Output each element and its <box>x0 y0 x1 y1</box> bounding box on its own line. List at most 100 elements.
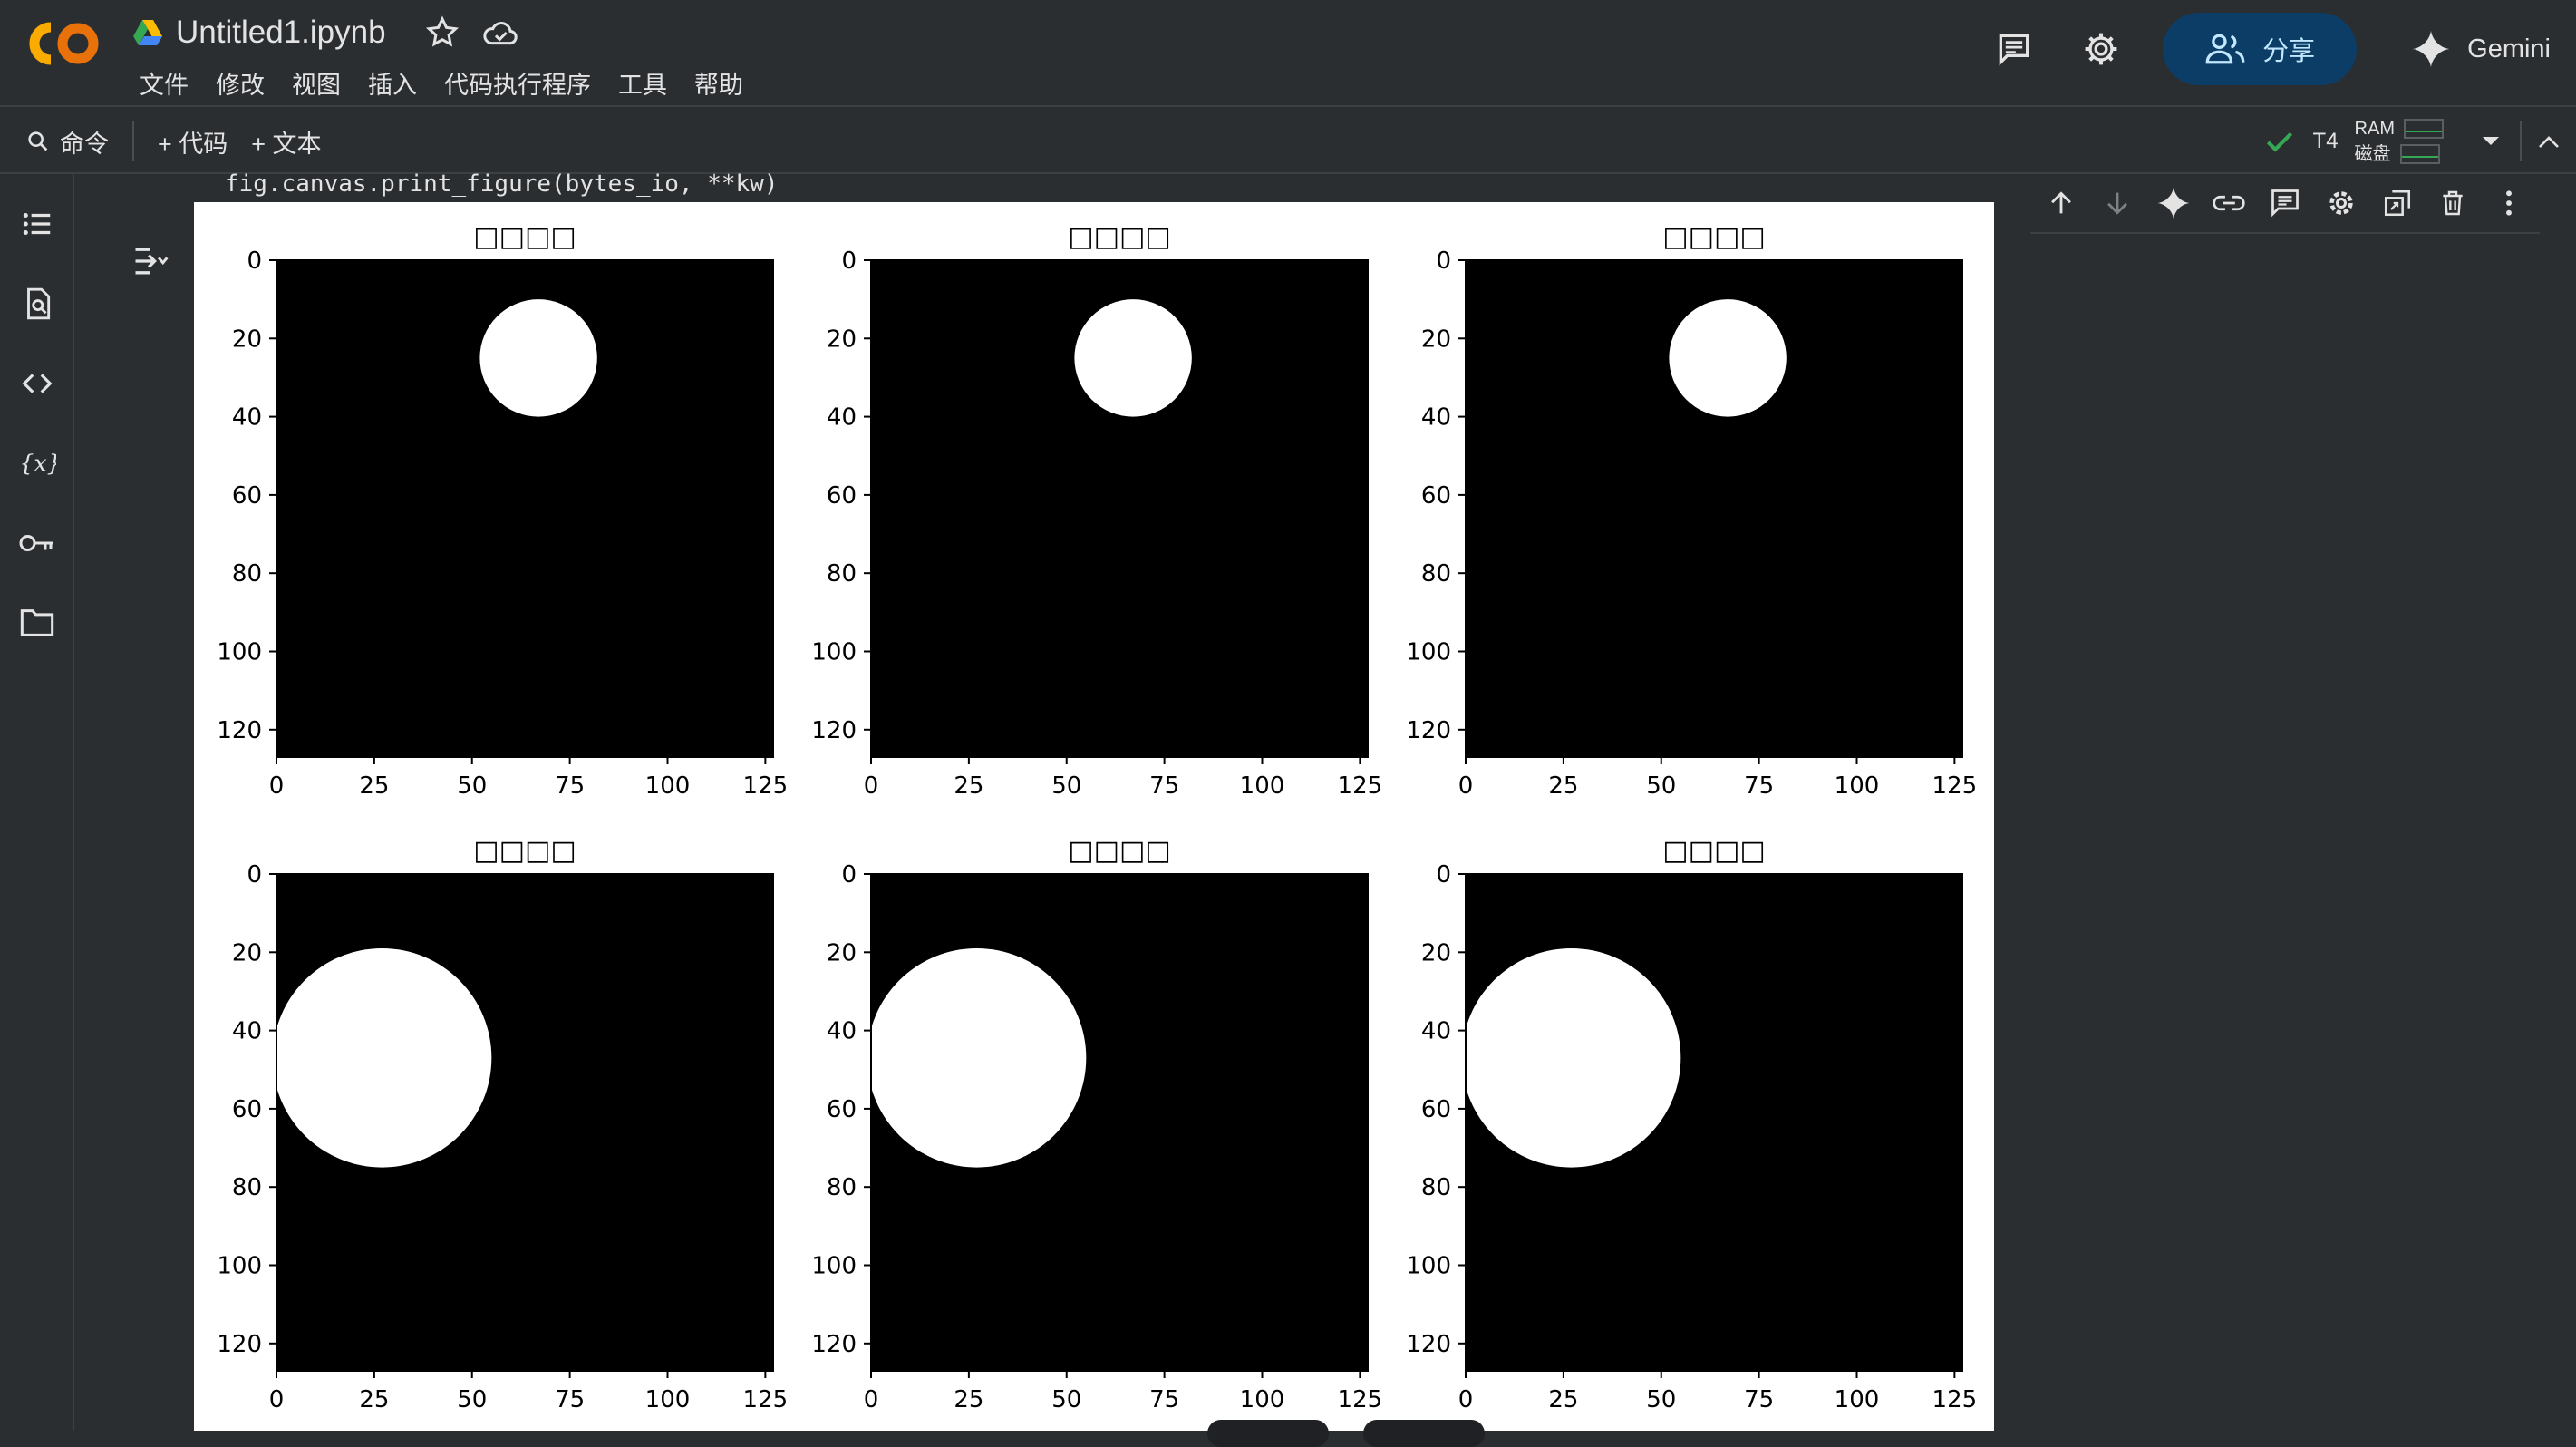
y-tick-label: 60 <box>1421 1096 1451 1123</box>
star-icon[interactable] <box>424 15 460 51</box>
secrets-button[interactable] <box>18 524 56 562</box>
y-tick-label: 120 <box>811 1331 857 1358</box>
runtime-status[interactable]: T4 RAM 磁盘 <box>2262 117 2462 166</box>
cloud-saved-icon[interactable] <box>480 15 520 51</box>
find-replace-button[interactable] <box>18 285 56 323</box>
y-tick-label: 120 <box>217 717 262 744</box>
x-tick-label: 125 <box>1338 772 1383 800</box>
scroll-indicator-right[interactable] <box>1363 1420 1485 1447</box>
cell-gutter <box>76 174 192 1431</box>
menu-runtime[interactable]: 代码执行程序 <box>433 63 602 102</box>
x-tick-label: 0 <box>1458 1386 1474 1413</box>
subplot-title: □□□□ <box>473 221 576 253</box>
gear-icon <box>2085 33 2117 65</box>
more-actions-button[interactable] <box>2489 183 2529 223</box>
y-tick-label: 120 <box>1406 1331 1451 1358</box>
add-comment-button[interactable] <box>2265 183 2305 223</box>
y-tick-label: 80 <box>827 560 857 588</box>
subplot-5: □□□□ 0 20 40 60 80 100 120 0 25 50 75 100 125 <box>811 835 1382 1413</box>
menu-tools[interactable]: 工具 <box>607 63 678 102</box>
output-actions-icon[interactable] <box>131 241 170 281</box>
share-button[interactable]: 分享 <box>2163 13 2358 85</box>
variables-button[interactable]: {x} <box>18 444 56 482</box>
x-tick-label: 125 <box>743 1386 789 1413</box>
menu-file[interactable]: 文件 <box>129 63 199 102</box>
x-tick-label: 125 <box>1932 772 1978 800</box>
arrow-down-icon <box>2106 192 2127 215</box>
delete-cell-button[interactable] <box>2433 183 2473 223</box>
x-tick-label: 75 <box>1149 1386 1179 1413</box>
arrow-up-icon <box>2051 191 2071 214</box>
table-of-contents-button[interactable] <box>18 205 56 243</box>
subplot-title: □□□□ <box>1068 835 1170 867</box>
y-tick-label: 40 <box>827 404 857 432</box>
move-cell-down-button[interactable] <box>2097 183 2137 223</box>
x-tick-label: 75 <box>555 772 585 800</box>
y-tick-label: 0 <box>247 861 262 889</box>
find-replace-icon <box>27 287 51 320</box>
cell-toolbar <box>2030 174 2540 234</box>
comments-button[interactable] <box>1989 24 2039 74</box>
x-tick-label: 25 <box>359 1386 389 1413</box>
y-tick-label: 20 <box>827 325 857 353</box>
menu-insert[interactable]: 插入 <box>357 63 428 102</box>
google-drive-icon <box>133 20 162 45</box>
menu-edit[interactable]: 修改 <box>205 63 276 102</box>
x-tick-label: 0 <box>269 1386 285 1413</box>
code-snippets-button[interactable] <box>18 364 56 403</box>
colab-logo-icon[interactable]: CO <box>25 20 102 67</box>
disk-label: 磁盘 <box>2354 144 2391 164</box>
x-tick-label: 0 <box>864 1386 879 1413</box>
y-tick-label: 60 <box>232 482 262 510</box>
disk-usage-bar <box>2399 144 2440 164</box>
ram-usage-bar <box>2404 119 2444 139</box>
search-icon <box>28 131 48 151</box>
menu-view[interactable]: 视图 <box>281 63 352 102</box>
toolbar-divider <box>132 121 134 161</box>
add-text-cell-button[interactable]: + 文本 <box>251 124 321 160</box>
y-tick-label: 60 <box>232 1096 262 1123</box>
scroll-indicator-left[interactable] <box>1207 1420 1329 1447</box>
y-tick-label: 20 <box>1421 325 1451 353</box>
notebook-title[interactable]: Untitled1.ipynb <box>176 15 386 51</box>
x-tick-label: 100 <box>1835 1386 1880 1413</box>
x-tick-label: 50 <box>1051 1386 1081 1413</box>
gemini-cell-button[interactable] <box>2154 183 2193 223</box>
x-tick-label: 25 <box>954 1386 983 1413</box>
y-tick-label: 0 <box>247 248 262 275</box>
cell-settings-button[interactable] <box>2321 183 2361 223</box>
y-tick-label: 80 <box>232 560 262 588</box>
runtime-dropdown-button[interactable] <box>2462 116 2520 167</box>
y-tick-label: 60 <box>827 482 857 510</box>
x-tick-label: 75 <box>555 1386 585 1413</box>
code-snippets-icon <box>22 374 53 393</box>
files-button[interactable] <box>18 604 56 642</box>
command-palette-button[interactable]: 命令 <box>25 124 109 160</box>
move-cell-up-button[interactable] <box>2041 183 2081 223</box>
x-tick-label: 75 <box>1744 1386 1774 1413</box>
share-label: 分享 <box>2262 37 2316 66</box>
menu-help[interactable]: 帮助 <box>683 63 754 102</box>
collapse-header-button[interactable] <box>2522 116 2576 167</box>
top-bar: CO Untitled1.ipynb 文件 修改 视图 插入 代码执行程序 工具… <box>0 0 2576 107</box>
subplot-1: □□□□ 0 20 40 60 80 100 120 0 25 50 75 100 125 <box>217 221 788 800</box>
add-text-label: + 文本 <box>251 130 322 158</box>
subplot-4: □□□□ 0 20 40 60 80 100 120 0 25 50 75 100 125 <box>217 835 788 1413</box>
mirror-cell-button[interactable] <box>2377 183 2417 223</box>
y-tick-label: 0 <box>841 861 857 889</box>
x-tick-label: 75 <box>1744 772 1774 800</box>
white-circle <box>479 299 597 417</box>
subplot-2: □□□□ 0 20 40 60 80 100 120 0 25 50 75 100 125 <box>811 221 1382 800</box>
secrets-key-icon <box>19 535 53 551</box>
y-tick-label: 120 <box>217 1331 262 1358</box>
copy-link-button[interactable] <box>2209 183 2249 223</box>
gemini-button[interactable]: Gemini <box>2393 29 2551 69</box>
add-code-cell-button[interactable]: + 代码 <box>158 124 228 160</box>
settings-button[interactable] <box>2076 24 2126 74</box>
y-tick-label: 0 <box>841 248 857 275</box>
runtime-type: T4 <box>2312 129 2339 153</box>
subplot-title: □□□□ <box>1662 221 1765 253</box>
y-tick-label: 20 <box>1421 939 1451 966</box>
subplot-title: □□□□ <box>1662 835 1765 867</box>
subplot-6: □□□□ 0 20 40 60 80 100 120 0 25 50 75 100 125 <box>1406 835 1977 1413</box>
